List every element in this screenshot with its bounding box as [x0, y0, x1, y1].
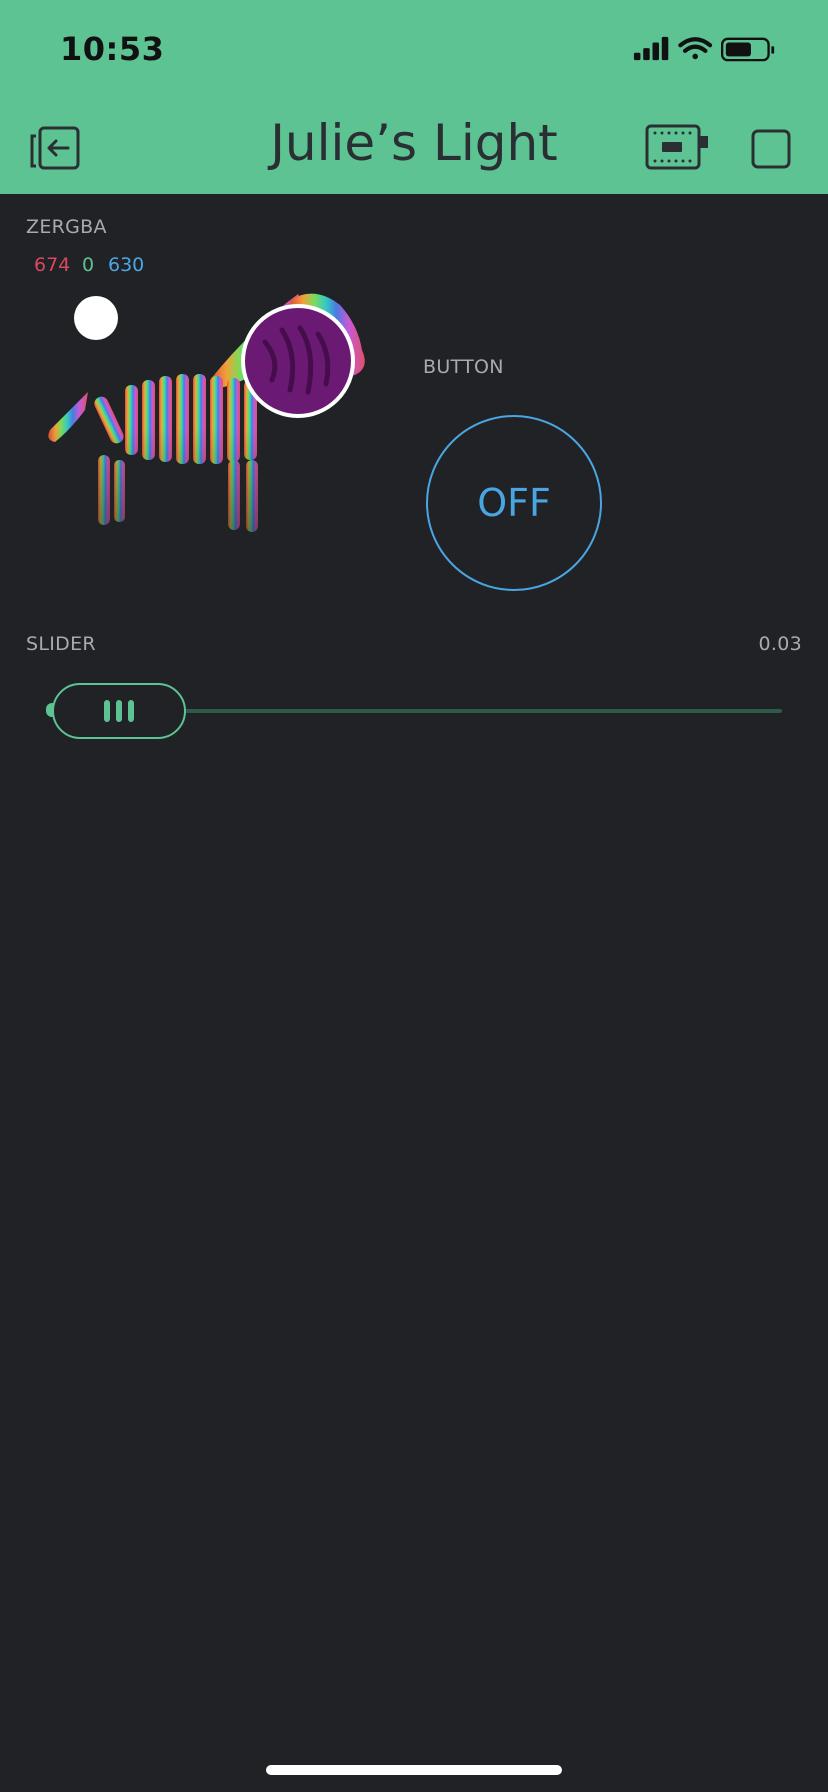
slider-handle[interactable] — [52, 683, 186, 739]
zergba-green-value: 0 — [82, 254, 95, 276]
stop-icon[interactable] — [750, 128, 792, 170]
slider-track[interactable] — [180, 709, 782, 713]
slider-grip — [116, 700, 122, 722]
battery-icon — [720, 37, 775, 62]
slider-grip — [128, 700, 134, 722]
off-button[interactable]: OFF — [426, 415, 602, 591]
status-time: 10:53 — [60, 30, 165, 68]
zergba-red-value: 674 — [34, 254, 71, 276]
slider-grip — [104, 700, 110, 722]
zergba-color-picker[interactable] — [40, 280, 400, 610]
button-label: BUTTON — [423, 356, 504, 378]
zergba-blue-value: 630 — [108, 254, 145, 276]
zergba-label: ZERGBA — [26, 216, 107, 238]
cellular-signal-icon — [633, 36, 669, 61]
off-button-label: OFF — [477, 481, 551, 525]
status-icons — [633, 36, 775, 62]
app-header: Julie’s Light — [0, 100, 828, 194]
wifi-icon — [678, 37, 713, 60]
home-indicator[interactable] — [266, 1765, 562, 1775]
slider-value: 0.03 — [758, 633, 802, 655]
zergba-secondary-handle[interactable] — [74, 296, 118, 340]
device-board-icon[interactable] — [644, 122, 710, 174]
slider-label: SLIDER — [26, 633, 96, 655]
zergba-selected-color-handle[interactable] — [241, 304, 355, 418]
status-bar: 10:53 — [0, 0, 828, 100]
